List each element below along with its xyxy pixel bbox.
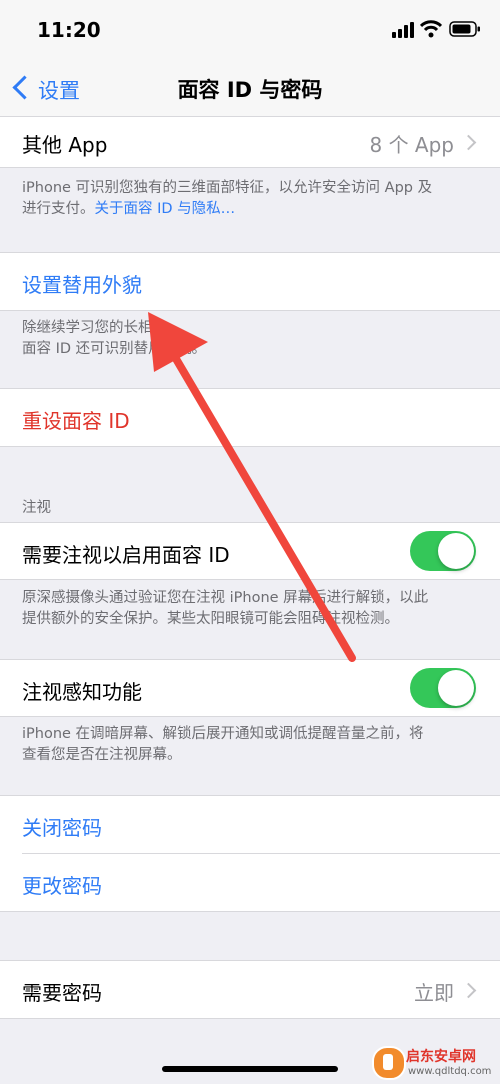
- attention-aware-toggle[interactable]: [410, 668, 476, 708]
- set-up-alternate-appearance-row[interactable]: 设置替用外貌: [0, 253, 500, 310]
- require-attention-toggle[interactable]: [410, 531, 476, 571]
- require-attention-label: 需要注视以启用面容 ID: [22, 543, 230, 567]
- watermark-url: www.qdltdq.com: [408, 1066, 492, 1077]
- home-indicator[interactable]: [162, 1066, 338, 1072]
- change-passcode-label: 更改密码: [22, 874, 102, 898]
- watermark-badge-icon: [372, 1046, 406, 1080]
- navigation-bar: 设置 面容 ID 与密码: [0, 60, 500, 117]
- attention-aware-label: 注视感知功能: [22, 680, 142, 704]
- chevron-right-icon: [460, 134, 477, 151]
- other-apps-label: 其他 App: [22, 133, 108, 157]
- reset-face-id-label: 重设面容 ID: [22, 409, 130, 433]
- status-time: 11:20: [37, 18, 101, 42]
- turn-off-passcode-row[interactable]: 关闭密码: [0, 796, 500, 853]
- other-apps-value: 8 个 App: [369, 133, 454, 157]
- watermark-logo: 启东安卓网 www.qdltdq.com: [368, 1040, 498, 1084]
- attention-section-header: 注视: [22, 500, 51, 516]
- chevron-right-icon: [460, 982, 477, 999]
- reset-face-id-row[interactable]: 重设面容 ID: [0, 389, 500, 446]
- alternate-appearance-footer: 除继续学习您的长相外， 面容 ID 还可识别替用外貌。: [22, 320, 207, 357]
- cellular-signal-icon: [392, 22, 414, 38]
- turn-off-passcode-label: 关闭密码: [22, 816, 102, 840]
- passcode-group: 关闭密码 更改密码: [0, 796, 500, 911]
- wifi-icon: [420, 20, 442, 38]
- set-up-alternate-appearance-label: 设置替用外貌: [22, 273, 142, 297]
- require-passcode-row[interactable]: 需要密码 立即: [0, 961, 500, 1018]
- face-id-footer: iPhone 可识别您独有的三维面部特征，以允许安全访问 App 及 进行支付。…: [22, 180, 433, 217]
- page-title: 面容 ID 与密码: [177, 78, 323, 102]
- attention-aware-row: 注视感知功能: [0, 660, 500, 716]
- watermark-text: 启东安卓网: [406, 1049, 476, 1065]
- change-passcode-row[interactable]: 更改密码: [0, 854, 500, 911]
- other-apps-row[interactable]: 其他 App 8 个 App: [0, 117, 500, 167]
- battery-icon: [449, 21, 480, 37]
- require-passcode-label: 需要密码: [22, 981, 102, 1005]
- require-attention-footer: 原深感摄像头通过验证您在注视 iPhone 屏幕后进行解锁，以此 提供额外的安全…: [22, 590, 429, 627]
- attention-aware-footer: iPhone 在调暗屏幕、解锁后展开通知或调低提醒音量之前，将 查看您是否在注视…: [22, 726, 424, 763]
- require-attention-row: 需要注视以启用面容 ID: [0, 523, 500, 579]
- status-bar: 11:20: [0, 0, 500, 60]
- require-passcode-value: 立即: [414, 981, 454, 1005]
- face-id-privacy-link[interactable]: 关于面容 ID 与隐私…: [95, 201, 236, 217]
